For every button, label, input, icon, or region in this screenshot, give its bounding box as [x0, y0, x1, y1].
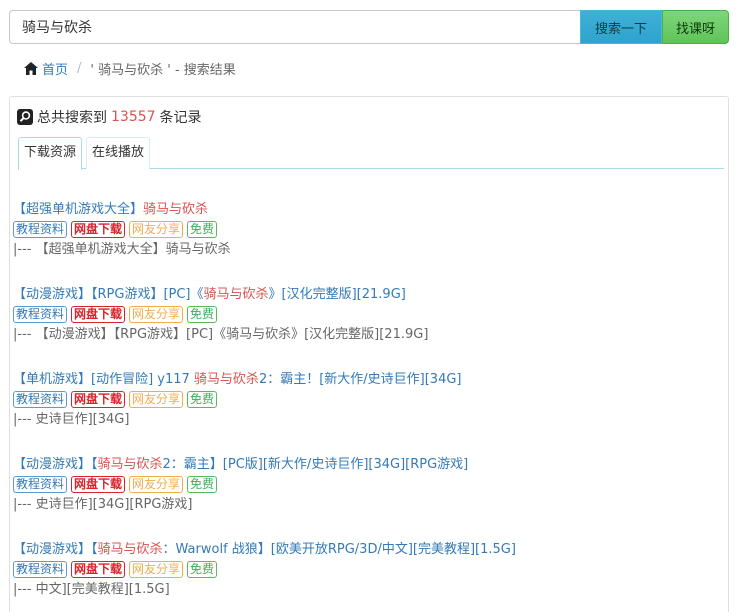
list-item: 【单机游戏】[动作冒险] y117 骑马与砍杀2：霸主！[新大作/史诗巨作][3…	[13, 371, 725, 456]
result-description: |--- 史诗巨作][34G][RPG游戏]	[13, 497, 193, 512]
badge-free: 免费	[187, 476, 218, 493]
list-item: 【动漫游戏】【骑马与砍杀2：霸主】[PC版][新大作/史诗巨作][34G][RP…	[13, 456, 725, 541]
badge-netdisk: 网盘下载	[71, 391, 126, 408]
summary-prefix: 总共搜索到	[37, 110, 107, 126]
badge-tutorial: 教程资料	[13, 561, 68, 578]
result-count: 13557	[111, 109, 156, 125]
breadcrumb-separator: /	[77, 60, 82, 76]
result-tabs: 下载资源 在线播放	[18, 137, 724, 170]
badge-free: 免费	[187, 306, 218, 323]
list-item: 【动漫游戏】【RPG游戏】[PC]《骑马与砍杀》[汉化完整版][21.9G] 教…	[13, 286, 725, 371]
result-title-link[interactable]: 【动漫游戏】【骑马与砍杀：Warwolf 战狼】[欧美开放RPG/3D/中文][…	[13, 541, 725, 559]
badge-tutorial: 教程资料	[13, 391, 68, 408]
badge-netdisk: 网盘下载	[71, 306, 126, 323]
result-list: 【超强单机游戏大全】骑马与砍杀 教程资料 网盘下载 网友分享 免费 |--- 【…	[13, 201, 725, 612]
result-title-link[interactable]: 【超强单机游戏大全】骑马与砍杀	[13, 201, 725, 219]
badge-tutorial: 教程资料	[13, 476, 68, 493]
badge-share: 网友分享	[129, 561, 184, 578]
list-item: 【动漫游戏】【骑马与砍杀：Warwolf 战狼】[欧美开放RPG/3D/中文][…	[13, 541, 725, 612]
breadcrumb: 首页 / ' 骑马与砍杀 ' - 搜索结果	[24, 59, 236, 78]
badge-share: 网友分享	[129, 476, 184, 493]
result-summary: 总共搜索到 13557 条记录	[17, 107, 202, 127]
badge-netdisk: 网盘下载	[71, 221, 126, 238]
result-badges: 教程资料 网盘下载 网友分享 免费	[13, 476, 725, 493]
result-description: |--- 史诗巨作][34G]	[13, 412, 130, 427]
result-description: |--- 【超强单机游戏大全】骑马与砍杀	[13, 242, 231, 257]
breadcrumb-current: ' 骑马与砍杀 ' - 搜索结果	[90, 62, 236, 78]
tab-download[interactable]: 下载资源	[18, 137, 83, 170]
result-badges: 教程资料 网盘下载 网友分享 免费	[13, 561, 725, 578]
results-panel: 总共搜索到 13557 条记录 下载资源 在线播放 【超强单机游戏大全】骑马与砍…	[9, 96, 729, 612]
summary-suffix: 条记录	[159, 110, 202, 126]
badge-share: 网友分享	[129, 306, 184, 323]
result-title-link[interactable]: 【动漫游戏】【骑马与砍杀2：霸主】[PC版][新大作/史诗巨作][34G][RP…	[13, 456, 725, 474]
result-badges: 教程资料 网盘下载 网友分享 免费	[13, 221, 725, 238]
home-icon[interactable]	[24, 61, 38, 75]
tab-online-play[interactable]: 在线播放	[86, 137, 151, 169]
result-title-link[interactable]: 【动漫游戏】【RPG游戏】[PC]《骑马与砍杀》[汉化完整版][21.9G]	[13, 286, 725, 304]
result-badges: 教程资料 网盘下载 网友分享 免费	[13, 306, 725, 323]
badge-free: 免费	[187, 561, 218, 578]
breadcrumb-home-link[interactable]: 首页	[42, 59, 68, 78]
badge-free: 免费	[187, 221, 218, 238]
badge-share: 网友分享	[129, 221, 184, 238]
result-description: |--- 【动漫游戏】【RPG游戏】[PC]《骑马与砍杀》[汉化完整版][21.…	[13, 327, 429, 342]
search-icon	[17, 109, 33, 125]
list-item: 【超强单机游戏大全】骑马与砍杀 教程资料 网盘下载 网友分享 免费 |--- 【…	[13, 201, 725, 286]
find-course-button[interactable]: 找课呀	[662, 10, 729, 44]
badge-netdisk: 网盘下载	[71, 476, 126, 493]
result-badges: 教程资料 网盘下载 网友分享 免费	[13, 391, 725, 408]
search-button[interactable]: 搜索一下	[580, 10, 662, 44]
result-description: |--- 中文][完美教程][1.5G]	[13, 582, 170, 597]
search-bar: 搜索一下 找课呀	[9, 10, 729, 44]
badge-tutorial: 教程资料	[13, 306, 68, 323]
badge-share: 网友分享	[129, 391, 184, 408]
search-input[interactable]	[9, 10, 580, 44]
badge-tutorial: 教程资料	[13, 221, 68, 238]
result-title-link[interactable]: 【单机游戏】[动作冒险] y117 骑马与砍杀2：霸主！[新大作/史诗巨作][3…	[13, 371, 725, 389]
badge-netdisk: 网盘下载	[71, 561, 126, 578]
badge-free: 免费	[187, 391, 218, 408]
